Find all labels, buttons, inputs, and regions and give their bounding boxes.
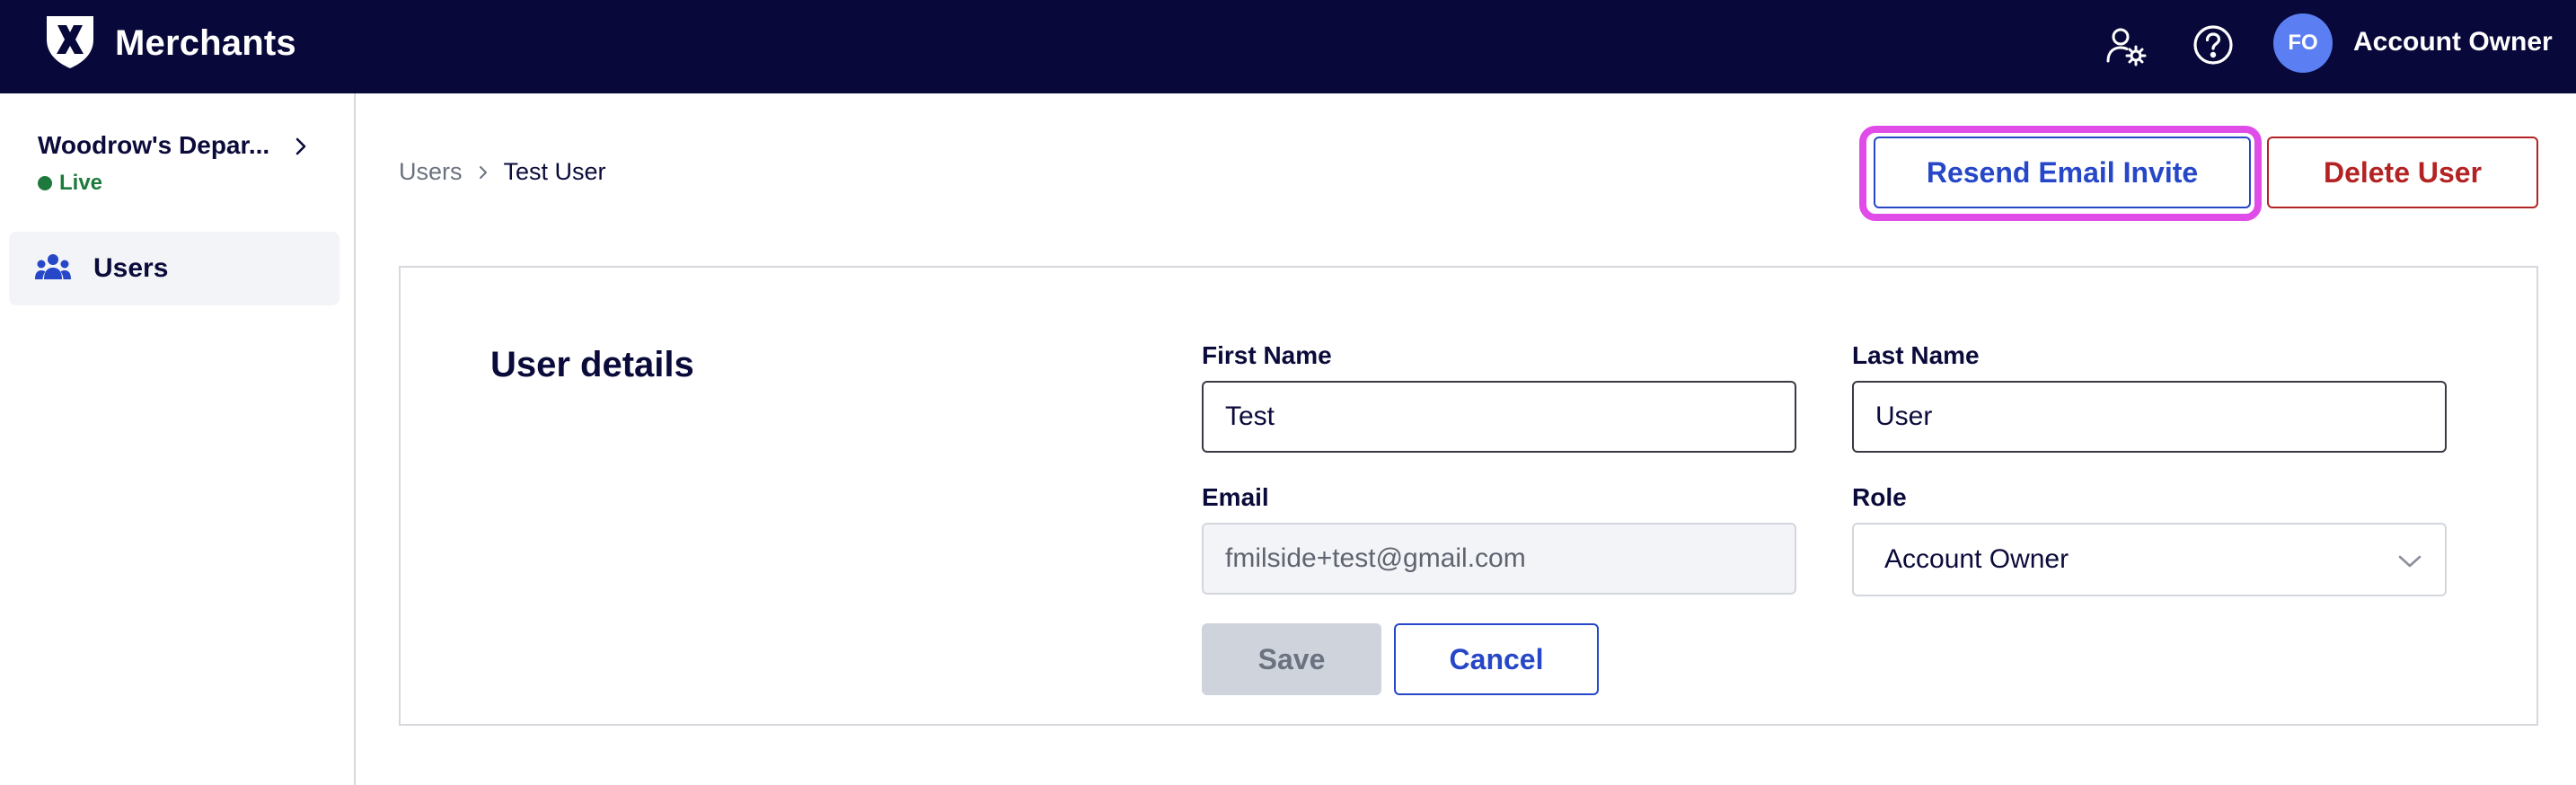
sidebar-item-label: Users (93, 253, 169, 283)
top-navigation-bar: Merchants FO Account Owner (0, 0, 2576, 93)
breadcrumb-users-link[interactable]: Users (399, 158, 463, 186)
role-select[interactable]: Account Owner (1852, 523, 2447, 596)
first-name-label: First Name (1202, 341, 1332, 369)
sidebar-item-users[interactable]: Users (9, 232, 340, 305)
email-label: Email (1202, 483, 1269, 511)
last-name-label: Last Name (1852, 341, 1980, 369)
org-name: Woodrow's Depar... (38, 131, 270, 159)
last-name-field[interactable]: User (1852, 381, 2447, 453)
sidebar: Woodrow's Depar... Live Users (0, 93, 356, 785)
role-selected-value: Account Owner (1884, 544, 2069, 574)
chevron-right-icon (479, 165, 487, 179)
org-switcher[interactable]: Woodrow's Depar... Live (38, 131, 325, 203)
help-icon[interactable] (2192, 23, 2235, 66)
avatar[interactable]: FO (2273, 13, 2333, 73)
account-name[interactable]: Account Owner (2353, 27, 2553, 57)
x-shield-logo-icon[interactable] (41, 13, 99, 70)
chevron-down-icon (2398, 555, 2422, 568)
status-label: Live (59, 171, 103, 195)
email-field: fmilside+test@gmail.com (1202, 523, 1796, 595)
cancel-button[interactable]: Cancel (1394, 623, 1599, 695)
delete-user-button[interactable]: Delete User (2267, 137, 2538, 208)
first-name-field[interactable]: Test (1202, 381, 1796, 453)
breadcrumb: Users Test User (399, 158, 606, 186)
save-button[interactable]: Save (1202, 623, 1381, 695)
org-status: Live (38, 171, 102, 196)
status-dot-icon (38, 176, 52, 190)
breadcrumb-current: Test User (503, 158, 606, 185)
section-title: User details (490, 345, 694, 384)
chevron-right-icon (296, 137, 306, 155)
resend-email-invite-button[interactable]: Resend Email Invite (1874, 137, 2251, 208)
role-label: Role (1852, 483, 1907, 511)
users-icon (35, 254, 71, 279)
user-settings-icon[interactable] (2104, 23, 2147, 66)
app-title: Merchants (115, 23, 296, 63)
